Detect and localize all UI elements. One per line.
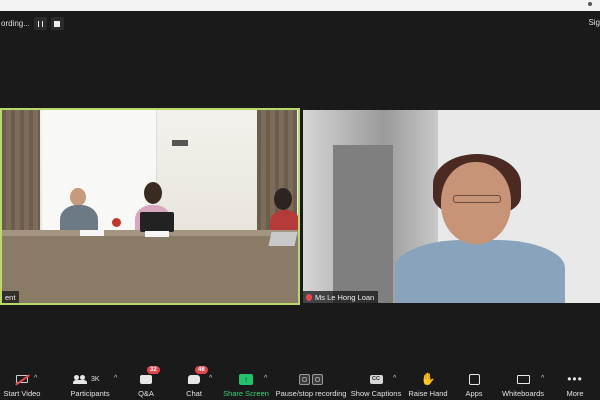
speaker-glasses [453,195,501,203]
stop-recording-button[interactable] [50,17,64,30]
participant-name: Ms Le Hong Loan [315,292,375,302]
window-top-strip [0,0,600,11]
captions-icon: CC [369,374,383,384]
recording-indicator: ording... [0,16,64,31]
participant-name: ent [5,292,16,302]
meeting-table [2,236,298,303]
sign-in-link[interactable]: Sig [588,18,600,27]
stop-icon [54,20,61,27]
more-label: More [566,389,584,398]
participant-1-head [70,188,86,206]
pause-icon [37,20,43,27]
share-chevron-icon[interactable]: ^ [264,375,267,382]
chat-button[interactable]: 48 Chat [182,366,208,400]
pause-icon [302,376,307,382]
flower-vase [112,218,121,227]
pause-stop-recording-label: Pause/stop recording [275,389,347,398]
show-captions-label: Show Captions [350,389,402,398]
wall-clock [172,140,188,146]
qa-label: Q&A [138,389,154,398]
laptop-2 [268,232,298,246]
curtain-left [2,110,40,235]
whiteboards-chevron-icon[interactable]: ^ [541,375,544,382]
participants-label: Participants [70,389,110,398]
video-off-icon [16,375,28,383]
whiteboards-label: Whiteboards [501,389,545,398]
participant-name-tag: Ms Le Hong Loan [303,291,379,303]
chat-badge: 48 [195,366,208,374]
captions-chevron-icon[interactable]: ^ [393,375,396,382]
speaker-body [395,240,565,303]
raise-hand-button[interactable]: ✋ Raise Hand [408,366,448,400]
show-captions-button[interactable]: CC Show Captions [350,366,402,400]
laptop [140,212,174,232]
chat-icon [188,374,200,384]
apps-icon [468,373,480,385]
pause-stop-recording-button[interactable]: Pause/stop recording [276,366,346,400]
speaker-head [441,162,511,244]
stop-icon [315,376,320,382]
participant-2-head [144,182,162,204]
qa-badge: 32 [147,366,160,374]
video-tile-meeting-room[interactable]: ent [0,108,300,305]
chat-label: Chat [186,389,202,398]
more-icon: ••• [567,372,583,386]
apps-label: Apps [465,389,483,398]
whiteboards-button[interactable]: Whiteboards [501,366,545,400]
participants-chevron-icon[interactable]: ^ [114,375,117,382]
participants-icon [73,374,87,384]
video-tile-speaker[interactable]: Ms Le Hong Loan [303,110,600,303]
window-dot-icon [588,2,592,6]
background-door [333,145,393,303]
more-button[interactable]: ••• More [562,366,588,400]
start-video-button[interactable]: Start Video [0,366,44,400]
participant-3-head [274,188,292,210]
video-options-chevron-icon[interactable]: ^ [34,375,37,382]
participant-name-tag: ent [2,291,20,303]
recording-status-text: ording... [1,19,30,28]
share-screen-icon: ↑ [239,373,253,385]
mic-muted-icon [306,293,312,301]
raise-hand-label: Raise Hand [408,389,448,398]
apps-button[interactable]: Apps [462,366,486,400]
nameplate-1 [80,230,104,236]
meeting-toolbar: Start Video ^ 3K Participants ^ 32 Q&A 4… [0,366,600,400]
share-screen-button[interactable]: ↑ Share Screen [222,366,270,400]
participants-button[interactable]: 3K Participants [66,366,114,400]
nameplate-2 [145,231,169,237]
whiteboard-icon [516,374,530,384]
recording-controls-icon [299,373,323,385]
chat-chevron-icon[interactable]: ^ [209,375,212,382]
pause-recording-button[interactable] [33,17,47,30]
qa-button[interactable]: 32 Q&A [134,366,160,400]
share-screen-label: Share Screen [223,389,269,398]
start-video-label: Start Video [3,389,41,398]
raise-hand-icon: ✋ [420,372,436,386]
participants-count: 3K [91,375,100,383]
qa-icon [140,374,152,384]
